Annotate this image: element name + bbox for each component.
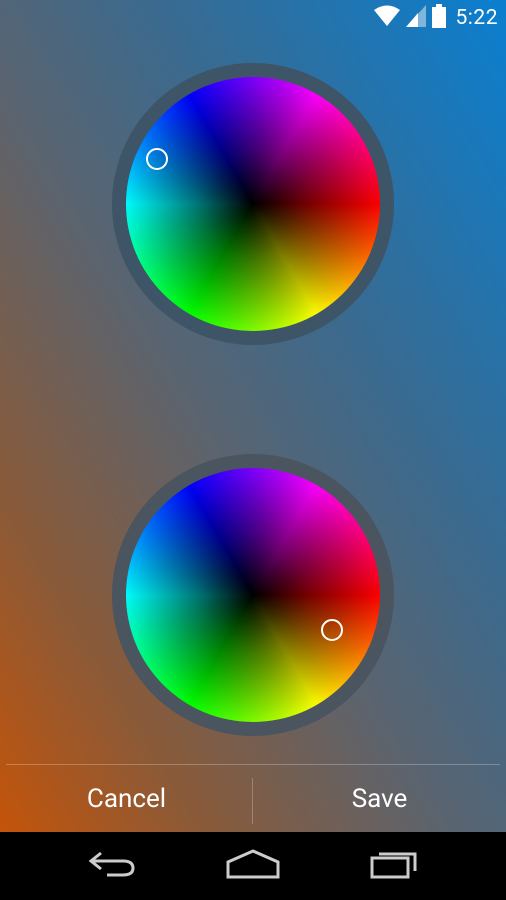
home-icon [225,849,281,883]
recents-button[interactable] [354,842,434,890]
home-button[interactable] [213,842,293,890]
recents-icon [369,849,419,883]
bottom-color-wheel[interactable] [126,468,380,722]
status-bar: 5:22 [0,0,506,36]
bottom-color-selector-handle[interactable] [321,619,343,641]
battery-icon [431,4,446,32]
dialog-action-bar: Cancel Save [0,764,506,832]
status-icons: 5:22 [373,4,499,32]
top-color-wheel-frame [112,63,394,345]
back-icon [87,849,137,883]
signal-icon [405,5,426,31]
color-picker-screen: 5:22 Cancel Save [0,0,506,900]
save-button[interactable]: Save [253,765,506,832]
cancel-button[interactable]: Cancel [0,765,253,832]
top-color-wheel[interactable] [126,77,380,331]
bottom-color-wheel-frame [112,454,394,736]
back-button[interactable] [72,842,152,890]
wifi-icon [373,5,400,31]
top-color-selector-handle[interactable] [146,148,168,170]
status-time: 5:22 [455,6,498,30]
navigation-bar [0,832,506,900]
